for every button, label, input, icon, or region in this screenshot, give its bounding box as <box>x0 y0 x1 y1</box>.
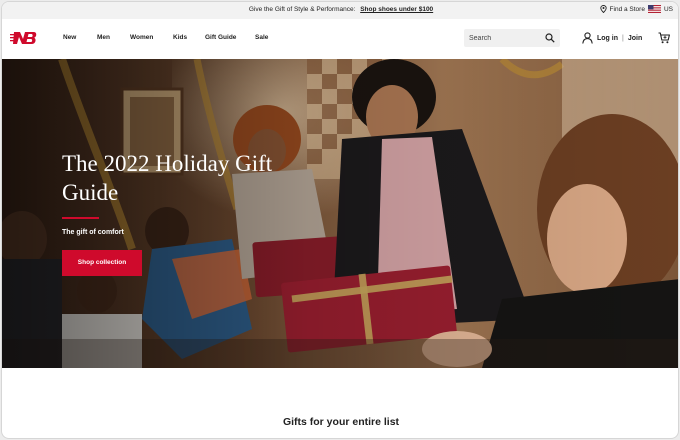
promo-link[interactable]: Shop shoes under $100 <box>360 6 433 13</box>
find-store-link[interactable]: Find a Store <box>610 6 645 13</box>
location-pin-icon <box>599 5 607 13</box>
hero-subtitle: The gift of comfort <box>62 229 124 236</box>
new-balance-logo[interactable] <box>10 31 37 45</box>
hero-image <box>2 59 678 368</box>
browser-page: Give the Gift of Style & Performance: Sh… <box>1 1 679 439</box>
search-input[interactable] <box>469 29 539 47</box>
main-nav: New Men Women Kids Gift Guide Sale Log i… <box>2 19 678 59</box>
login-link[interactable]: Log in <box>597 35 618 42</box>
region-label[interactable]: US <box>664 6 673 13</box>
promo-text: Give the Gift of Style & Performance: <box>248 6 356 13</box>
hero-divider <box>62 217 99 219</box>
user-icon[interactable] <box>582 32 593 44</box>
join-link[interactable]: Join <box>628 35 642 42</box>
us-flag-icon <box>647 5 661 13</box>
nav-item-sale[interactable]: Sale <box>255 34 268 41</box>
nav-item-new[interactable]: New <box>63 34 76 41</box>
nav-item-men[interactable]: Men <box>97 34 110 41</box>
nav-item-women[interactable]: Women <box>130 34 153 41</box>
promo-message: Give the Gift of Style & Performance: Sh… <box>2 6 678 13</box>
hero-title: The 2022 Holiday Gift Guide <box>62 151 273 205</box>
cart-icon[interactable] <box>658 32 670 44</box>
search-icon[interactable] <box>545 33 555 43</box>
separator: | <box>622 34 624 42</box>
nav-item-kids[interactable]: Kids <box>173 34 187 41</box>
nav-item-gift-guide[interactable]: Gift Guide <box>205 34 236 41</box>
shop-collection-button[interactable]: Shop collection <box>62 250 142 276</box>
search-box[interactable] <box>464 29 560 47</box>
section-title: Gifts for your entire list <box>282 416 400 428</box>
store-locator[interactable]: Find a Store US <box>599 5 673 13</box>
hero-banner[interactable]: The 2022 Holiday Gift Guide The gift of … <box>2 59 678 368</box>
promo-bar: Give the Gift of Style & Performance: Sh… <box>2 2 678 19</box>
account-links: Log in | Join <box>582 32 642 44</box>
